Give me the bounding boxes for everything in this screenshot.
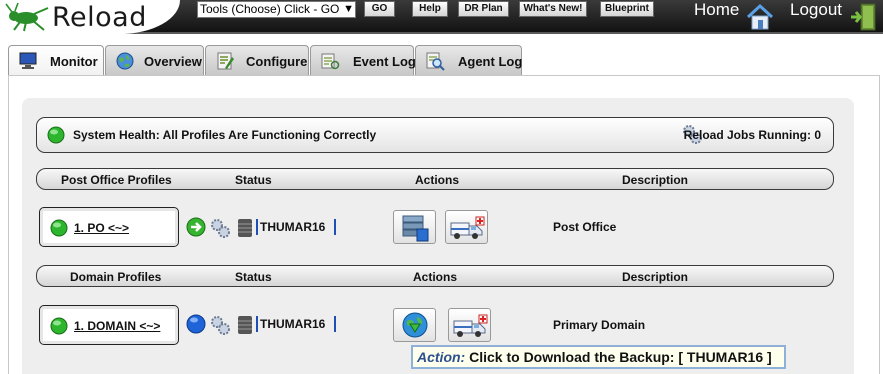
tab-label: Event Log xyxy=(353,54,416,69)
post-office-profile-link[interactable]: 1. PO <~> xyxy=(74,221,129,235)
column-header-profiles: Post Office Profiles xyxy=(61,173,172,187)
server-stack-icon xyxy=(402,215,429,242)
column-header-description: Description xyxy=(622,173,689,187)
green-status-icon xyxy=(47,126,65,144)
ambulance-recovery-button[interactable] xyxy=(445,210,488,244)
separator xyxy=(334,316,336,332)
column-header-status: Status xyxy=(235,173,272,187)
tab-label: Overview xyxy=(144,54,202,69)
gears-icon[interactable] xyxy=(209,217,231,239)
tab-overview[interactable]: Overview xyxy=(105,45,204,75)
chevron-down-icon: ▼ xyxy=(343,3,354,15)
column-header-description: Description xyxy=(622,270,689,284)
tab-configure[interactable]: Configure xyxy=(205,45,309,75)
home-link[interactable]: Home xyxy=(694,0,739,20)
database-icon[interactable] xyxy=(236,218,254,238)
exit-door-icon[interactable] xyxy=(849,2,879,32)
separator xyxy=(256,219,258,235)
column-header-status: Status xyxy=(235,270,272,284)
logout-link[interactable]: Logout xyxy=(790,0,842,20)
configure-icon xyxy=(217,52,234,70)
whats-new-button[interactable]: What's New! xyxy=(519,1,587,17)
column-header-actions: Actions xyxy=(415,173,460,187)
event-log-icon xyxy=(321,53,340,70)
tools-select-value: Tools (Choose) Click - GO xyxy=(200,2,340,16)
system-health-text: System Health: All Profiles Are Function… xyxy=(73,128,377,142)
blue-status-icon[interactable] xyxy=(186,314,206,334)
green-arrow-icon[interactable] xyxy=(186,217,206,237)
post-office-header: Post Office Profiles Status Actions Desc… xyxy=(36,168,834,190)
domain-profile-link[interactable]: 1. DOMAIN <~> xyxy=(74,319,160,333)
top-bar: Reload Tools (Choose) Click - GO ▼ GO He… xyxy=(0,0,883,34)
tooltip-lead: Action: xyxy=(417,349,466,365)
tab-label: Configure xyxy=(246,54,308,69)
blueprint-button[interactable]: Blueprint xyxy=(600,1,654,17)
go-button[interactable]: GO xyxy=(364,1,395,17)
tools-select[interactable]: Tools (Choose) Click - GO ▼ xyxy=(197,1,356,18)
green-status-icon xyxy=(50,219,68,237)
column-header-profiles: Domain Profiles xyxy=(70,270,162,284)
ambulance-icon xyxy=(450,216,485,239)
brand: Reload xyxy=(0,0,180,34)
separator xyxy=(256,316,258,332)
server-name: THUMAR16 xyxy=(260,220,326,234)
globe-icon xyxy=(116,52,134,70)
home-icon[interactable] xyxy=(746,3,774,31)
ambulance-icon xyxy=(453,314,488,337)
help-button[interactable]: Help xyxy=(412,1,448,17)
post-office-status: THUMAR16 xyxy=(186,217,346,241)
domain-header: Domain Profiles Status Actions Descripti… xyxy=(36,265,834,287)
domain-status: THUMAR16 xyxy=(186,314,346,338)
download-backup-button[interactable] xyxy=(393,308,436,342)
tab-agent-log[interactable]: Agent Log xyxy=(415,45,522,75)
separator xyxy=(334,219,336,235)
cricket-logo-icon xyxy=(5,2,49,32)
post-office-profile-button[interactable]: 1. PO <~> xyxy=(39,207,179,247)
ambulance-recovery-button[interactable] xyxy=(448,308,491,342)
database-icon[interactable] xyxy=(236,315,254,335)
domain-description: Primary Domain xyxy=(553,318,646,332)
system-health-bar: System Health: All Profiles Are Function… xyxy=(36,117,834,153)
agent-log-icon xyxy=(426,52,445,71)
tab-label: Agent Log xyxy=(458,54,523,69)
tab-label: Monitor xyxy=(50,54,98,69)
tab-event-log[interactable]: Event Log xyxy=(310,45,416,75)
reload-jobs-running: Reload Jobs Running: 0 xyxy=(683,128,821,142)
dr-plan-button[interactable]: DR Plan xyxy=(458,1,509,17)
download-globe-icon xyxy=(402,312,428,338)
green-status-icon xyxy=(50,317,68,335)
tab-monitor[interactable]: Monitor xyxy=(8,45,104,76)
action-tooltip: Action: Click to Download the Backup: [ … xyxy=(411,345,786,369)
monitor-icon xyxy=(19,52,37,69)
gears-icon[interactable] xyxy=(209,314,231,336)
server-name: THUMAR16 xyxy=(260,317,326,331)
app-name: Reload xyxy=(52,2,147,33)
column-header-actions: Actions xyxy=(413,270,458,284)
domain-profile-button[interactable]: 1. DOMAIN <~> xyxy=(39,305,179,345)
post-office-description: Post Office xyxy=(553,220,617,234)
tooltip-text: Click to Download the Backup: [ THUMAR16… xyxy=(469,349,772,365)
server-backup-button[interactable] xyxy=(393,210,436,244)
